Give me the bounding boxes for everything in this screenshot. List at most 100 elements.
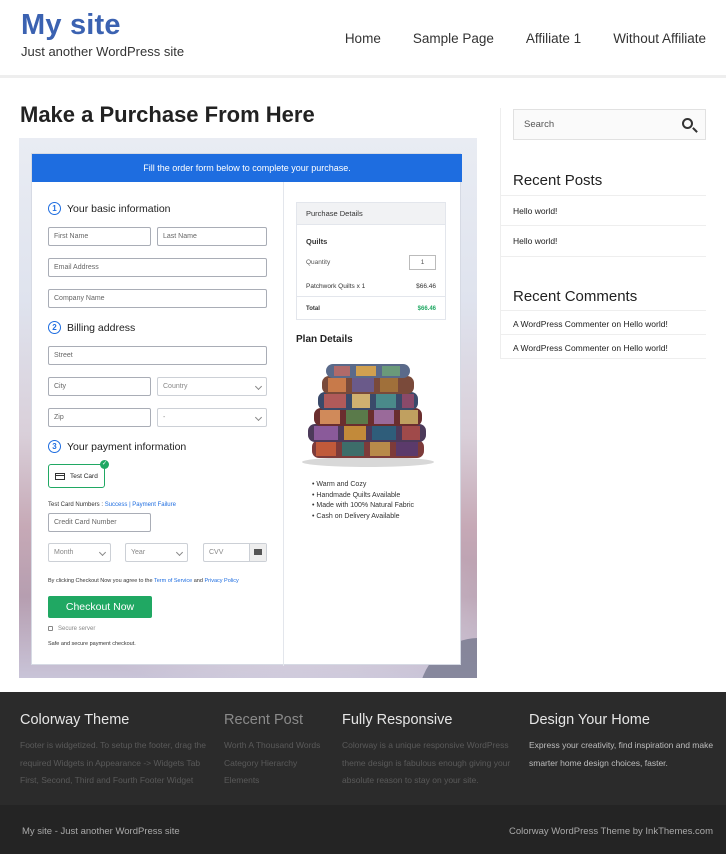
state-select-value: - [163,414,166,421]
quantity-label: Quantity [306,259,331,266]
footer-credit[interactable]: Colorway WordPress Theme by InkThemes.co… [509,826,713,837]
plan-details-heading: Plan Details [296,334,353,345]
checkout-form: Fill the order form below to complete yo… [31,153,462,666]
footer-col-recent-post: Recent Post Worth A Thousand Words Categ… [224,712,334,790]
nav-affiliate-1[interactable]: Affiliate 1 [526,31,581,46]
quantity-row: Quantity 1 [306,255,436,270]
terms-text: By clicking Checkout Now you agree to th… [48,578,239,584]
divider [500,225,706,226]
terms-and: and [193,578,203,584]
footer-copyright[interactable]: My site - Just another WordPress site [22,826,180,837]
separator: | [129,502,131,508]
country-select[interactable]: Country [157,377,267,396]
product-name-label: Quilts [306,237,328,246]
site-header: My site Just another WordPress site Home… [0,0,726,78]
footer-col-responsive: Fully Responsive Colorway is a unique re… [342,712,520,790]
total-label: Total [306,306,320,312]
line-item-row: Patchwork Quilts x 1 $66.46 [306,283,436,290]
terms-of-service-link[interactable]: Term of Service [154,578,192,584]
list-item: Handmade Quilts Available [312,491,414,502]
email-field[interactable]: Email Address [48,258,267,277]
lock-icon [48,626,53,631]
nav-home[interactable]: Home [345,31,381,46]
footer-bottom-bar: My site - Just another WordPress site Co… [0,805,726,854]
chevron-down-icon [98,548,107,557]
state-select[interactable]: - [157,408,267,427]
last-name-field[interactable]: Last Name [157,227,267,246]
payment-failure-link[interactable]: Payment Failure [132,502,176,508]
footer-text: Colorway is a unique responsive WordPres… [342,740,511,785]
footer-title: Design Your Home [529,712,650,728]
total-row: Total $66.46 [306,306,436,312]
cvv-field[interactable]: CVV [203,543,267,562]
nav-sample-page[interactable]: Sample Page [413,31,494,46]
site-footer: Colorway Theme Footer is widgetized. To … [0,692,726,805]
chevron-down-icon [254,382,263,391]
credit-card-number-field[interactable]: Credit Card Number [48,513,151,532]
step-number: 3 [48,440,61,453]
recent-comment: A WordPress Commenter on Hello world! [513,343,668,353]
check-icon: ✓ [100,460,109,469]
checkout-now-button[interactable]: Checkout Now [48,596,152,618]
quantity-input[interactable]: 1 [409,255,436,270]
footer-col-colorway: Colorway Theme Footer is widgetized. To … [20,712,216,790]
quilts-product-image [302,364,434,467]
main-nav: Home Sample Page Affiliate 1 Without Aff… [313,31,706,46]
footer-link[interactable]: Elements [224,772,334,790]
comment-post-link[interactable]: Hello world! [623,319,667,329]
city-field[interactable]: City [48,377,151,396]
footer-link[interactable]: Worth A Thousand Words [224,737,334,755]
country-select-value: Country [163,383,188,390]
site-title[interactable]: My site [21,9,121,42]
search-input[interactable]: Search [513,109,706,140]
credit-card-icon [55,472,65,480]
test-card-label: Test Card [70,472,98,480]
recent-post-link[interactable]: Hello world! [513,236,557,246]
step-label: Billing address [67,321,136,334]
company-field[interactable]: Company Name [48,289,267,308]
test-card-option[interactable]: Test Card ✓ [48,460,109,488]
privacy-policy-link[interactable]: Privacy Policy [204,578,238,584]
list-item: Made with 100% Natural Fabric [312,501,414,512]
step-number: 2 [48,321,61,334]
divider [500,310,706,311]
divider [500,195,706,196]
step-payment-info: 3 Your payment information [48,440,186,453]
first-name-field[interactable]: First Name [48,227,151,246]
year-select-value: Year [131,549,146,556]
year-select[interactable]: Year [125,543,188,562]
chevron-down-icon [175,548,184,557]
recent-comments-title: Recent Comments [513,288,638,305]
search-placeholder: Search [524,119,555,130]
divider [500,256,706,257]
street-field[interactable]: Street [48,346,267,365]
comment-on: on [611,343,622,353]
recent-comment: A WordPress Commenter on Hello world! [513,319,668,329]
terms-prefix: By clicking Checkout Now you agree to th… [48,578,153,584]
step-number: 1 [48,202,61,215]
line-item-label: Patchwork Quilts x 1 [306,283,366,290]
divider [500,358,706,359]
list-item: Cash on Delivery Available [312,512,414,523]
form-left-column: 1 Your basic information First Name Last… [32,182,284,666]
footer-title: Fully Responsive [342,712,453,728]
product-name: Quilts [306,237,436,246]
comment-post-link[interactable]: Hello world! [623,343,667,353]
footer-link[interactable]: Category Hierarchy [224,755,334,773]
zip-field[interactable]: Zip [48,408,151,427]
search-icon[interactable] [682,118,693,129]
step-billing-address: 2 Billing address [48,321,135,334]
recent-post-link[interactable]: Hello world! [513,206,557,216]
success-link[interactable]: Success [105,502,128,508]
cvv-card-icon [249,544,266,561]
comment-author-link[interactable]: A WordPress Commenter [513,319,609,329]
total-value: $66.46 [417,306,436,312]
month-select[interactable]: Month [48,543,111,562]
purchase-details-box: Purchase Details Quilts Quantity 1 Patch… [296,202,446,320]
site-description: Just another WordPress site [21,44,185,59]
comment-author-link[interactable]: A WordPress Commenter [513,343,609,353]
purchase-details-heading: Purchase Details [297,203,445,225]
checkout-hero-image: Fill the order form below to complete yo… [19,138,477,678]
nav-without-affiliate[interactable]: Without Affiliate [613,31,706,46]
footer-col-design: Design Your Home Express your creativity… [529,712,721,772]
